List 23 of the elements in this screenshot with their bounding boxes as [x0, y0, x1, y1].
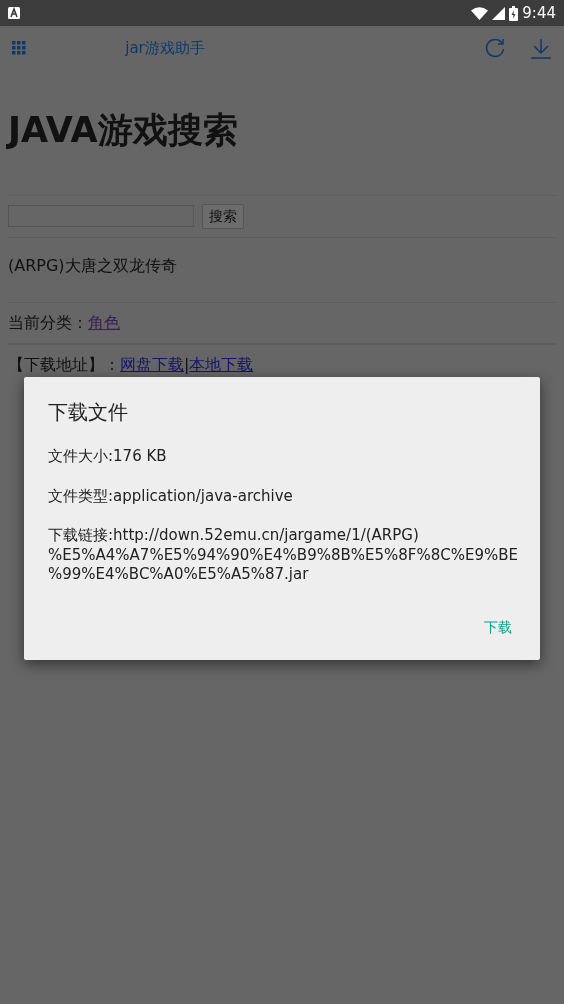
file-size-text: 文件大小:176 KB — [48, 447, 168, 467]
signal-icon — [492, 6, 506, 20]
notification-icon — [8, 7, 20, 19]
category-link[interactable]: 角色 — [88, 310, 120, 335]
game-title: (ARPG)大唐之双龙传奇 — [8, 254, 178, 277]
page-heading: JAVA游戏搜索 — [8, 109, 239, 152]
separator-text: | — [184, 353, 190, 376]
category-label: 当前分类： — [8, 311, 88, 334]
download-icon[interactable] — [530, 37, 552, 59]
refresh-icon[interactable] — [484, 37, 506, 59]
dialog-title: 下载文件 — [48, 399, 129, 426]
download-button[interactable]: 下载 — [480, 612, 516, 642]
download-link[interactable]: 本地下载 — [189, 352, 254, 377]
download-link[interactable]: 网盘下载 — [120, 352, 184, 377]
download-url-text: 下载链接:http://down.52emu.cn/jargame/1/(ARPG) %E5%A4%A7%E5%94%90%E4%B9%8B%E5%8F%8C%E9%BE %99%E4%BC%A0%E5%A5%87.jar — [48, 526, 516, 585]
download-label: 【下载地址】： — [8, 353, 120, 376]
wifi-icon — [471, 6, 489, 20]
apps-grid-icon[interactable] — [12, 41, 26, 55]
file-type-text: 文件类型:application/java-archive — [48, 486, 294, 506]
battery-icon — [509, 5, 519, 21]
clock-time: 9:44 — [522, 2, 556, 24]
search-button[interactable]: 搜索 — [202, 203, 244, 229]
app-title: jar游戏助手 — [125, 37, 205, 59]
